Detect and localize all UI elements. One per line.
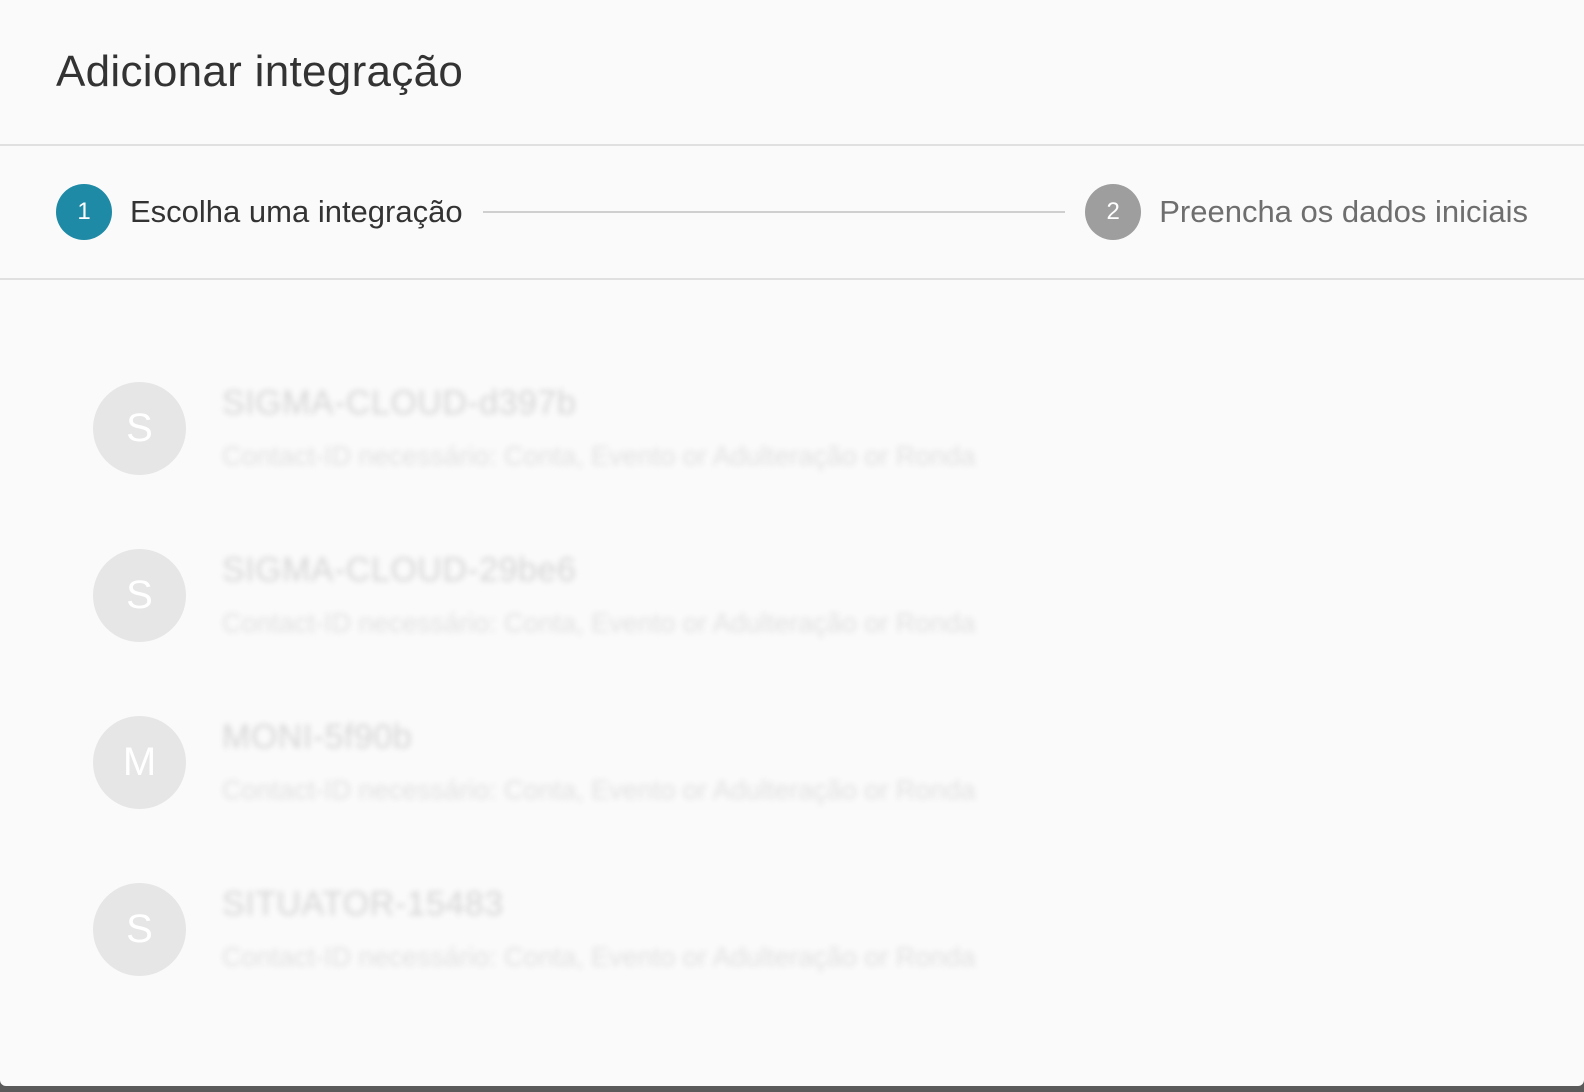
step-number-badge: 2	[1085, 184, 1142, 240]
list-item[interactable]: M MONI-5f90b Contact-ID necessário: Cont…	[93, 716, 1584, 883]
integration-name: MONI-5f90b	[222, 718, 413, 756]
step-fill-initial-data[interactable]: 2 Preencha os dados iniciais	[1085, 184, 1528, 240]
list-item-text: SITUATOR-15483 Contact-ID necessário: Co…	[222, 883, 975, 973]
list-item[interactable]: S SIGMA-CLOUD-29be6 Contact-ID necessári…	[93, 549, 1584, 716]
step-label: Escolha uma integração	[130, 194, 463, 229]
integration-name: SITUATOR-15483	[222, 885, 504, 923]
stepper: 1 Escolha uma integração 2 Preencha os d…	[0, 146, 1584, 280]
avatar: S	[93, 549, 186, 642]
integration-name: SIGMA-CLOUD-d397b	[222, 384, 577, 422]
avatar: S	[93, 382, 186, 475]
add-integration-dialog: Adicionar integração 1 Escolha uma integ…	[0, 0, 1584, 1086]
integration-description: Contact-ID necessário: Conta, Evento or …	[222, 775, 976, 805]
list-item[interactable]: S SIGMA-CLOUD-d397b Contact-ID necessári…	[93, 382, 1584, 549]
integration-description: Contact-ID necessário: Conta, Evento or …	[222, 441, 976, 471]
dialog-header: Adicionar integração	[0, 0, 1584, 146]
avatar: S	[93, 883, 186, 976]
integration-description: Contact-ID necessário: Conta, Evento or …	[222, 608, 976, 638]
integration-list: S SIGMA-CLOUD-d397b Contact-ID necessári…	[0, 280, 1584, 1050]
integration-name: SIGMA-CLOUD-29be6	[222, 551, 577, 589]
step-choose-integration[interactable]: 1 Escolha uma integração	[56, 184, 463, 240]
list-item-text: SIGMA-CLOUD-29be6 Contact-ID necessário:…	[222, 549, 975, 639]
list-item-text: SIGMA-CLOUD-d397b Contact-ID necessário:…	[222, 382, 975, 472]
step-number-badge: 1	[56, 184, 112, 240]
list-item-text: MONI-5f90b Contact-ID necessário: Conta,…	[222, 716, 975, 806]
dialog-title: Adicionar integração	[56, 47, 464, 96]
integration-description: Contact-ID necessário: Conta, Evento or …	[222, 942, 976, 972]
avatar: M	[93, 716, 186, 809]
list-item[interactable]: S SITUATOR-15483 Contact-ID necessário: …	[93, 883, 1584, 1050]
step-label: Preencha os dados iniciais	[1159, 194, 1528, 229]
step-connector	[482, 211, 1066, 213]
